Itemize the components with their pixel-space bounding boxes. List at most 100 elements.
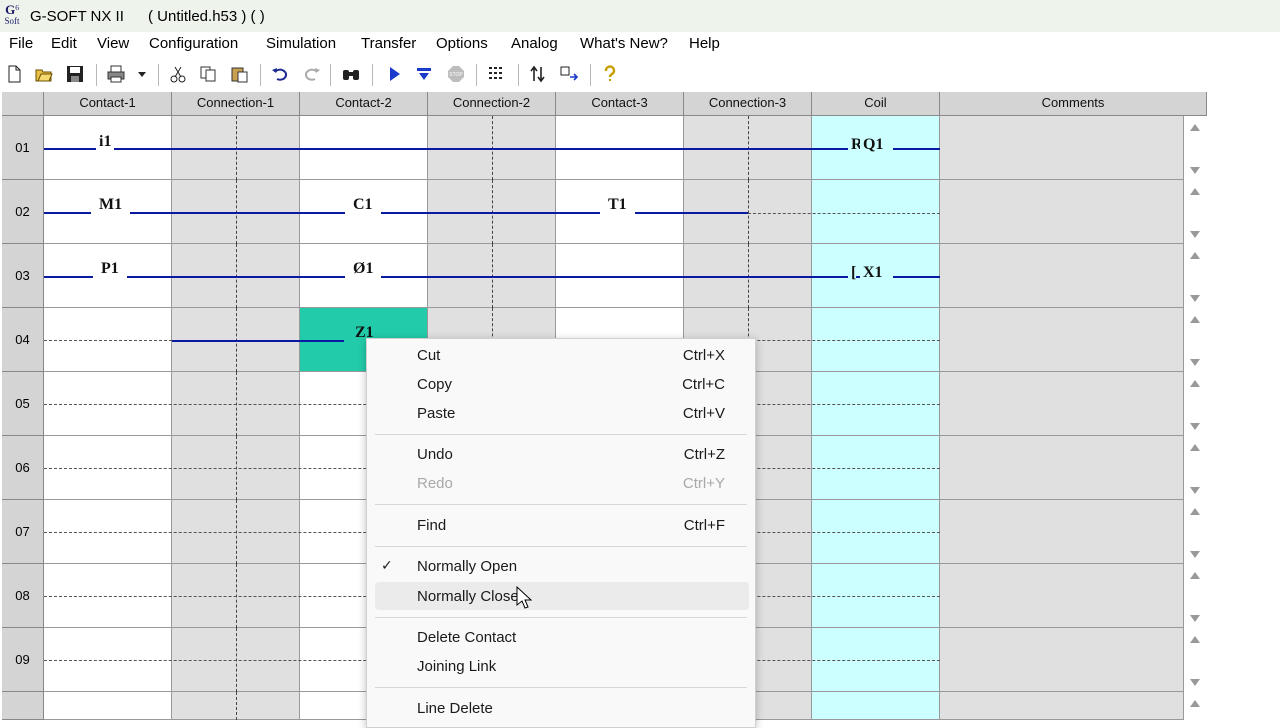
menu-analog[interactable]: Analog [511,35,558,52]
new-icon[interactable] [4,64,24,84]
menu-item-cut[interactable]: Cut Ctrl+X [375,341,749,369]
app-title: G-SOFT NX II [30,8,124,25]
menu-separator [375,504,747,505]
menu-item-normally-open[interactable]: ✓ Normally Open [375,552,749,580]
scroll-up-icon[interactable] [1190,124,1200,131]
comment-cell[interactable] [940,436,1184,500]
menu-help[interactable]: Help [689,35,720,52]
compare-icon[interactable] [559,64,579,84]
transfer-icon[interactable] [528,64,548,84]
title-bar: G6 Soft G-SOFT NX II ( Untitled.h53 ) ( ) [0,0,1280,32]
corner-header [2,92,44,116]
menu-options[interactable]: Options [436,35,488,52]
scroll-up-icon[interactable] [1190,508,1200,515]
contact-label[interactable]: i1 [96,133,115,151]
scroll-down-icon[interactable] [1190,295,1200,302]
menu-edit[interactable]: Edit [51,35,77,52]
contact-label[interactable]: Ø1 [345,260,382,278]
contact-label[interactable]: C1 [345,196,381,214]
coil-label[interactable]: X1 [860,264,893,282]
svg-text:STOP: STOP [449,72,463,78]
menu-item-paste[interactable]: Paste Ctrl+V [375,399,749,427]
coil-cell[interactable] [812,180,940,244]
menu-item-undo[interactable]: Undo Ctrl+Z [375,440,749,468]
scroll-down-icon[interactable] [1190,231,1200,238]
find-icon[interactable] [341,64,361,84]
scroll-up-icon[interactable] [1190,188,1200,195]
run-icon[interactable] [384,64,404,84]
comment-cell[interactable] [940,564,1184,628]
connection-cell[interactable] [172,692,300,720]
help-icon[interactable] [600,64,620,84]
app-logo-icon: G6 Soft [4,2,20,26]
rung-line [172,340,344,342]
scroll-up-icon[interactable] [1190,380,1200,387]
coil-cell[interactable] [812,692,940,720]
scroll-up-icon[interactable] [1190,636,1200,643]
contact-label[interactable]: M1 [91,196,131,214]
menu-item-joining-link[interactable]: Joining Link [375,652,749,680]
redo-icon[interactable] [302,64,322,84]
menu-file[interactable]: File [9,35,33,52]
menu-separator [375,687,747,688]
row-number: 05 [2,372,44,436]
row-number: 01 [2,116,44,180]
scroll-down-icon[interactable] [1190,679,1200,686]
scroll-up-icon[interactable] [1190,444,1200,451]
undo-icon[interactable] [270,64,290,84]
row-number: 04 [2,308,44,372]
simulate-icon[interactable] [414,64,434,84]
menu-item-normally-closed[interactable]: Normally Close [375,582,749,610]
dropdown-icon[interactable] [132,64,152,84]
scroll-down-icon[interactable] [1190,487,1200,494]
empty-line [44,340,172,341]
comment-cell[interactable] [940,500,1184,564]
paste-icon[interactable] [229,64,249,84]
row-number: 09 [2,628,44,692]
coil-label[interactable]: Q1 [860,136,894,154]
contact-label[interactable]: T1 [600,196,635,214]
copy-icon[interactable] [198,64,218,84]
scroll-down-icon[interactable] [1190,359,1200,366]
contact-cell[interactable] [44,692,172,720]
scroll-up-icon[interactable] [1190,572,1200,579]
menu-item-redo[interactable]: Redo Ctrl+Y [375,469,749,497]
row-number: 08 [2,564,44,628]
menu-view[interactable]: View [97,35,129,52]
contact-label[interactable]: P1 [93,260,127,278]
comment-cell[interactable] [940,308,1184,372]
menu-item-line-delete[interactable]: Line Delete [375,694,749,722]
menu-whats-new[interactable]: What's New? [580,35,668,52]
scroll-down-icon[interactable] [1190,615,1200,622]
print-icon[interactable] [106,64,126,84]
grid-icon[interactable] [487,64,507,84]
menu-simulation[interactable]: Simulation [266,35,336,52]
stop-icon[interactable]: STOP [446,64,466,84]
scroll-up-icon[interactable] [1190,316,1200,323]
cut-icon[interactable] [168,64,188,84]
open-icon[interactable] [34,64,54,84]
menu-configuration[interactable]: Configuration [149,35,238,52]
comment-cell[interactable] [940,180,1184,244]
column-header: Contact-2 [300,92,428,116]
comment-cell[interactable] [940,692,1184,720]
save-icon[interactable] [65,64,85,84]
row-number: 06 [2,436,44,500]
scroll-up-icon[interactable] [1190,700,1200,707]
column-header: Connection-3 [684,92,812,116]
menu-separator [375,434,747,435]
scroll-down-icon[interactable] [1190,551,1200,558]
menu-item-delete-contact[interactable]: Delete Contact [375,623,749,651]
comment-cell[interactable] [940,372,1184,436]
document-title: ( Untitled.h53 ) ( ) [148,8,265,25]
menu-transfer[interactable]: Transfer [361,35,416,52]
scroll-down-icon[interactable] [1190,423,1200,430]
scroll-down-icon[interactable] [1190,167,1200,174]
menu-item-find[interactable]: Find Ctrl+F [375,511,749,539]
comment-cell[interactable] [940,244,1184,308]
comment-cell[interactable] [940,628,1184,692]
connection-guide [748,180,749,244]
menu-item-copy[interactable]: Copy Ctrl+C [375,370,749,398]
scroll-up-icon[interactable] [1190,252,1200,259]
comment-cell[interactable] [940,116,1184,180]
